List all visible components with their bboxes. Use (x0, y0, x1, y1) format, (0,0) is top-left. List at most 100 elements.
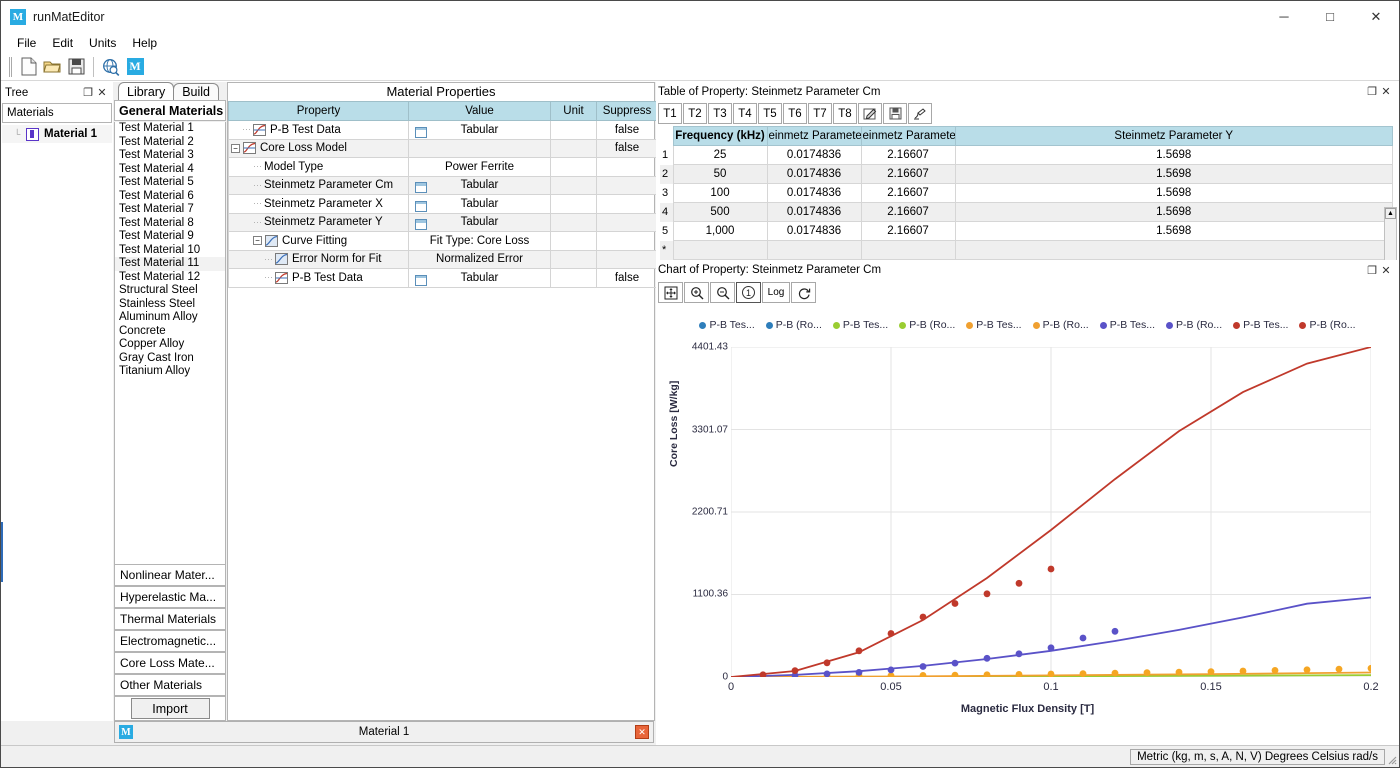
data-cell[interactable]: 2.16607 (860, 164, 956, 184)
material-property-row[interactable]: − Curve Fitting Fit Type: Core Loss (228, 231, 658, 251)
toolbar-grip[interactable] (9, 56, 12, 77)
legend-entry[interactable]: P-B Tes... (966, 319, 1022, 331)
resize-grip-icon[interactable] (1385, 753, 1397, 765)
material-property-row[interactable]: − Core Loss Model false (228, 138, 658, 158)
chart-plot-area[interactable]: Core Loss [W/kg] 0 1100.36 2200.71 3301.07 4… (656, 337, 1399, 717)
data-cell[interactable] (766, 240, 862, 260)
library-list-item[interactable]: Stainless Steel (115, 298, 225, 312)
data-cell[interactable]: 1.5698 (954, 183, 1393, 203)
data-cell[interactable]: 0.0174836 (766, 221, 862, 241)
data-table-row[interactable]: 3 100 0.0174836 2.16607 1.5698 (660, 183, 1393, 203)
tree-close-icon[interactable]: ✕ (95, 86, 109, 100)
fit-to-window-button[interactable] (658, 282, 683, 303)
table-button-t3[interactable]: T3 (708, 103, 732, 124)
property-suppress-cell[interactable] (596, 231, 658, 251)
property-suppress-cell[interactable] (596, 194, 658, 214)
library-list-item[interactable]: Test Material 7 (115, 203, 225, 217)
vscroll-up-arrow[interactable]: ▲ (1385, 208, 1396, 219)
data-cell[interactable]: 100 (672, 183, 768, 203)
menu-edit[interactable]: Edit (44, 34, 81, 52)
row-expander[interactable]: − (253, 236, 262, 246)
library-list-item[interactable]: Test Material 6 (115, 190, 225, 204)
property-value-cell[interactable]: Normalized Error (408, 249, 551, 269)
property-value-cell[interactable]: Fit Type: Core Loss (408, 231, 551, 251)
data-cell[interactable]: 2.16607 (860, 183, 956, 203)
library-category-button[interactable]: Nonlinear Mater... (114, 564, 226, 586)
legend-entry[interactable]: P-B (Ro... (1166, 319, 1222, 331)
table-button-t1[interactable]: T1 (658, 103, 682, 124)
library-list-item[interactable]: Titanium Alloy (115, 365, 225, 379)
property-value-cell[interactable]: Tabular (408, 212, 551, 232)
new-file-icon[interactable] (16, 55, 40, 79)
column-suppress[interactable]: Suppress (596, 101, 658, 121)
material-property-row[interactable]: ⋯Steinmetz Parameter Cm Tabular (228, 175, 658, 195)
material-property-row[interactable]: ⋯ P-B Test Data Tabular false (228, 268, 658, 288)
property-unit-cell[interactable] (550, 138, 597, 158)
property-name-cell[interactable]: ⋯ P-B Test Data (228, 268, 409, 288)
property-suppress-cell[interactable]: false (596, 120, 658, 140)
data-cell[interactable]: 0.0174836 (766, 164, 862, 184)
column-param-cm[interactable]: einmetz Parameter C (766, 126, 862, 146)
material-property-row[interactable]: ⋯Steinmetz Parameter X Tabular (228, 194, 658, 214)
tab-library[interactable]: Library (118, 82, 175, 100)
table-button-t5[interactable]: T5 (758, 103, 782, 124)
clear-icon[interactable] (908, 103, 932, 124)
property-suppress-cell[interactable]: false (596, 268, 658, 288)
row-expander[interactable]: − (231, 143, 240, 153)
data-cell[interactable]: 2.16607 (860, 202, 956, 222)
tab-build[interactable]: Build (173, 83, 220, 100)
refresh-button[interactable] (791, 282, 816, 303)
library-material-list[interactable]: Test Material 1 Test Material 2 Test Mater… (114, 122, 226, 630)
data-table-row[interactable]: * (660, 240, 1393, 260)
column-param-x[interactable]: einmetz Parameter (860, 126, 956, 146)
property-suppress-cell[interactable] (596, 157, 658, 177)
table-button-t6[interactable]: T6 (783, 103, 807, 124)
zoom-in-button[interactable] (684, 282, 709, 303)
table-button-t4[interactable]: T4 (733, 103, 757, 124)
data-cell[interactable]: 2.16607 (860, 221, 956, 241)
data-table-row[interactable]: 5 1,000 0.0174836 2.16607 1.5698 (660, 221, 1393, 241)
library-list-item[interactable]: Test Material 11 (115, 257, 225, 271)
column-unit[interactable]: Unit (550, 101, 597, 121)
data-cell[interactable] (672, 240, 768, 260)
property-suppress-cell[interactable]: false (596, 138, 658, 158)
property-suppress-cell[interactable] (596, 249, 658, 269)
property-unit-cell[interactable] (550, 268, 597, 288)
library-category-button[interactable]: Core Loss Mate... (114, 652, 226, 674)
info-button[interactable]: 1 (736, 282, 761, 303)
property-value-cell[interactable]: Tabular (408, 268, 551, 288)
unit-system-indicator[interactable]: Metric (kg, m, s, A, N, V) Degrees Celsi… (1130, 748, 1385, 765)
property-suppress-cell[interactable] (596, 212, 658, 232)
table-float-icon[interactable]: ❐ (1365, 85, 1379, 99)
data-cell[interactable]: 0.0174836 (766, 202, 862, 222)
data-table-row[interactable]: 1 25 0.0174836 2.16607 1.5698 (660, 145, 1393, 165)
data-cell[interactable]: 1.5698 (954, 221, 1393, 241)
legend-entry[interactable]: P-B Tes... (699, 319, 755, 331)
legend-entry[interactable]: P-B (Ro... (1032, 319, 1089, 331)
globe-search-icon[interactable] (99, 55, 123, 79)
property-value-cell[interactable]: Power Ferrite (408, 157, 551, 177)
property-value-cell[interactable]: Tabular (408, 175, 551, 195)
data-cell[interactable]: 25 (672, 145, 768, 165)
data-cell[interactable]: 1.5698 (954, 202, 1393, 222)
legend-entry[interactable]: P-B (Ro... (765, 319, 822, 331)
property-unit-cell[interactable] (550, 212, 597, 232)
menu-help[interactable]: Help (124, 34, 165, 52)
import-button[interactable]: Import (130, 698, 210, 719)
data-cell[interactable]: 1.5698 (954, 164, 1393, 184)
zoom-out-button[interactable] (710, 282, 735, 303)
tree-float-icon[interactable]: ❐ (81, 86, 95, 100)
library-list-item[interactable]: Test Material 1 (115, 122, 225, 136)
edit-icon[interactable] (858, 103, 882, 124)
property-unit-cell[interactable] (550, 249, 597, 269)
maximize-button[interactable]: □ (1307, 1, 1353, 32)
library-category-button[interactable]: Electromagnetic... (114, 630, 226, 652)
library-list-item[interactable]: Aluminum Alloy (115, 311, 225, 325)
material-property-row[interactable]: ⋯ Error Norm for Fit Normalized Error (228, 249, 658, 269)
data-cell[interactable]: 0.0174836 (766, 183, 862, 203)
property-name-cell[interactable]: ⋯Steinmetz Parameter Cm (228, 175, 409, 195)
legend-entry[interactable]: P-B Tes... (832, 319, 888, 331)
save-icon[interactable] (883, 103, 907, 124)
property-unit-cell[interactable] (550, 231, 597, 251)
property-name-cell[interactable]: ⋯ P-B Test Data (228, 120, 409, 140)
